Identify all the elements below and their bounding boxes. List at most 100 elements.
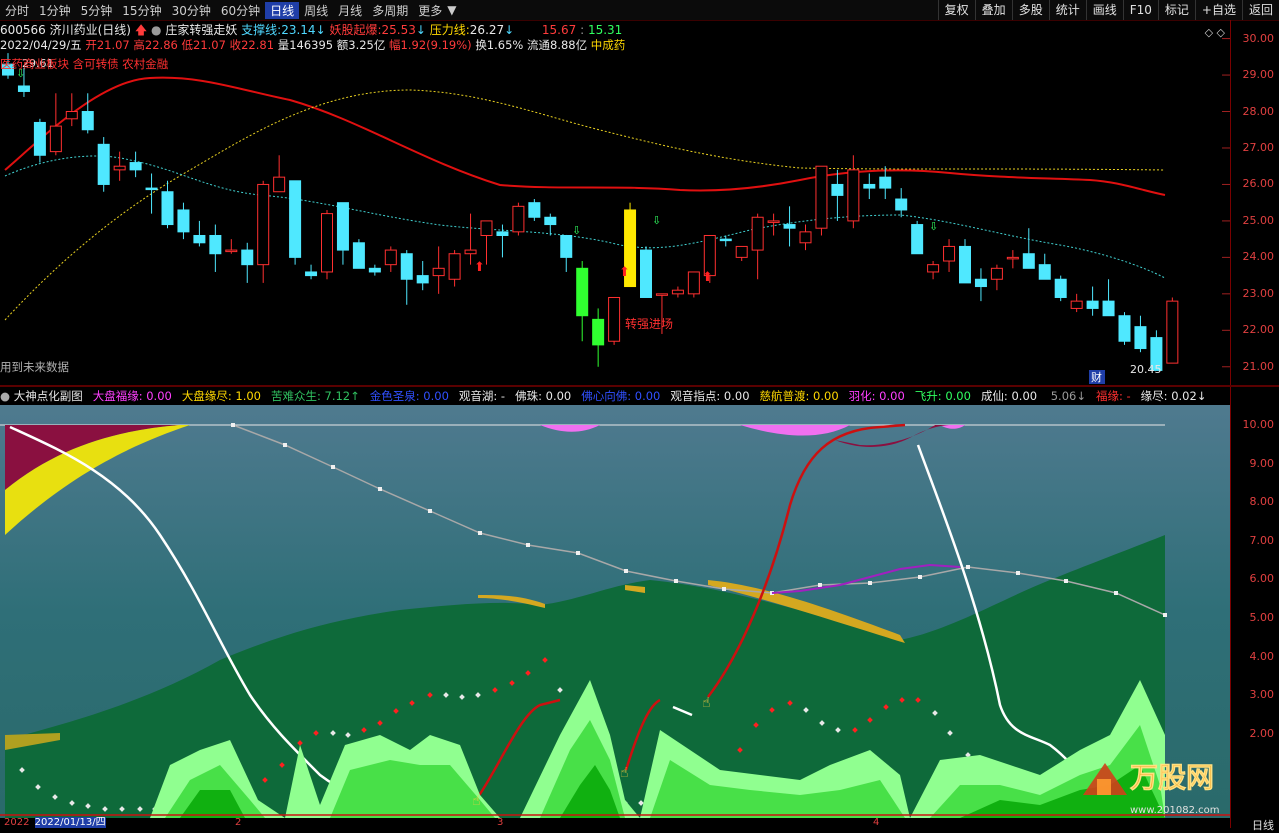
candle: [528, 199, 541, 221]
candle: [1134, 315, 1147, 353]
fuquan-button[interactable]: 复权: [937, 0, 975, 20]
sub-indicator-value: 观音指点: 0.00: [670, 389, 749, 403]
sub-indicator-number: 0.02↓: [1167, 389, 1207, 403]
tab-1min[interactable]: 1分钟: [34, 2, 76, 19]
logo-url: www.201082.com: [1130, 805, 1220, 816]
candle-body: [1118, 315, 1131, 342]
candle: [257, 180, 270, 283]
sub-indicator-label: 佛珠:: [515, 389, 542, 403]
quote-sector[interactable]: 中成药: [591, 38, 626, 52]
candle: [1166, 297, 1179, 364]
stock-code-name[interactable]: 600566 济川药业(日线): [0, 23, 131, 37]
candle-body: [241, 249, 254, 266]
candle-body: [783, 224, 796, 229]
candle: [608, 296, 621, 345]
price-axis-label: 21.00: [1242, 359, 1275, 373]
period-tag: 日线: [1252, 819, 1274, 832]
candle: [464, 213, 477, 265]
quote-bar: 2022/04/29/五 开21.07 高22.86 低21.07 收22.81…: [0, 37, 1230, 53]
candle-body: [974, 278, 987, 288]
add-watchlist-button[interactable]: +自选: [1194, 0, 1242, 20]
candle-body: [81, 111, 94, 131]
sub-chart-title[interactable]: 大神点化副图: [14, 389, 83, 403]
candles: [2, 53, 1179, 371]
candle: [305, 264, 318, 280]
mark-button[interactable]: 标记: [1157, 0, 1195, 20]
candle-body: [751, 216, 764, 251]
candle-body: [1038, 264, 1051, 280]
quote-low: 低21.07: [181, 38, 226, 52]
concept-bar[interactable]: 医药商业板块 含可转债 农村金融: [0, 56, 168, 72]
support-value: 23.14: [281, 23, 316, 37]
gray-dot: [722, 587, 726, 591]
gray-dot: [624, 569, 628, 573]
candle-body: [863, 183, 876, 189]
up-arrow-icon: ⬆: [702, 270, 713, 285]
gray-dot: [283, 443, 287, 447]
candle: [209, 224, 222, 272]
candle: [687, 271, 700, 298]
gray-dot: [818, 583, 822, 587]
tab-60min[interactable]: 60分钟: [216, 2, 265, 19]
down-arrow-icon: ⇩: [572, 224, 581, 237]
sub-indicator-value: 5.06↓: [1047, 389, 1086, 403]
logo-name: 万股网: [1130, 761, 1214, 794]
settings-circle-icon[interactable]: ●: [0, 389, 14, 403]
sub-indicator-value: 缘尽: 0.02↓: [1141, 389, 1207, 403]
bull-value: 25.53: [381, 23, 416, 37]
ma-red-line: [4, 76, 1166, 196]
sub-indicator-label: 缘尽:: [1140, 389, 1168, 403]
sub-axis-label: 10.00: [1242, 418, 1275, 431]
tab-30min[interactable]: 30分钟: [167, 2, 216, 19]
gray-dot: [478, 531, 482, 535]
multi-stock-button[interactable]: 多股: [1011, 0, 1049, 20]
tab-daily[interactable]: 日线: [265, 1, 300, 19]
price-axis-label: 25.00: [1242, 213, 1275, 227]
sub-indicator-chart[interactable]: ☝ ☝ ☝: [0, 405, 1230, 818]
tab-monthly[interactable]: 月线: [333, 2, 367, 19]
candle-body: [400, 253, 413, 280]
draw-line-button[interactable]: 画线: [1085, 0, 1123, 20]
tab-multi-period[interactable]: 多周期: [367, 2, 413, 19]
candle-body: [49, 125, 62, 153]
sub-axis-label: 7.00: [1249, 533, 1275, 547]
settings-circle-icon[interactable]: ●: [151, 23, 161, 37]
more-dropdown-icon[interactable]: ▼: [447, 3, 462, 17]
price-axis-label: 28.00: [1242, 104, 1275, 118]
sub-indicator-label: 观音指点:: [670, 389, 721, 403]
stats-button[interactable]: 统计: [1048, 0, 1086, 20]
tab-weekly[interactable]: 周线: [299, 2, 333, 19]
back-button[interactable]: 返回: [1241, 0, 1279, 20]
gray-dot: [378, 487, 382, 491]
quote-close: 收22.81: [229, 38, 275, 52]
candle-body: [815, 165, 828, 229]
pressure-label: 压力线:: [429, 23, 470, 37]
sub-indicator-value: 苦难众生: 7.12↑: [271, 389, 360, 403]
gray-dot: [1163, 613, 1167, 617]
tab-15min[interactable]: 15分钟: [117, 2, 166, 19]
candle: [113, 151, 126, 181]
extra-green-value: 15.31: [587, 23, 623, 37]
candle-body: [592, 318, 605, 346]
f10-button[interactable]: F10: [1122, 0, 1158, 20]
price-axis: 30.00 29.00 28.00 27.00 26.00 25.00 24.00 23.00…: [1230, 20, 1279, 385]
price-axis-label: 26.00: [1242, 177, 1275, 191]
overlay-button[interactable]: 叠加: [974, 0, 1012, 20]
tab-5min[interactable]: 5分钟: [76, 2, 118, 19]
candle: [1118, 312, 1131, 345]
tab-fenshi[interactable]: 分时: [0, 2, 34, 19]
sub-axis: 10.00 9.00 8.00 7.00 6.00 5.00 4.00 3.00 2.00 日线: [1230, 387, 1279, 832]
quote-amount: 额3.25亿: [336, 38, 386, 52]
price-chart[interactable]: 29.61 ⇩ ⇩ ⇩ ⇩ ⬆ ⬆ ⬆ 转强进场 20.45 财: [0, 20, 1230, 385]
sub-indicator-number: 0.00: [142, 389, 172, 403]
toolbar-right: 复权 叠加 多股 统计 画线 F10 标记 +自选 返回: [937, 0, 1279, 20]
month-mark: 2: [235, 817, 242, 828]
tab-more[interactable]: 更多: [413, 2, 447, 19]
indicator-name[interactable]: 庄家转强走妖: [165, 23, 237, 37]
candle: [719, 235, 732, 247]
candle-body: [1022, 253, 1035, 269]
sub-indicator-number: 0.00: [541, 389, 572, 403]
candle-body: [911, 224, 924, 255]
candle: [1102, 279, 1115, 317]
sub-indicator-number: -: [1122, 389, 1131, 403]
